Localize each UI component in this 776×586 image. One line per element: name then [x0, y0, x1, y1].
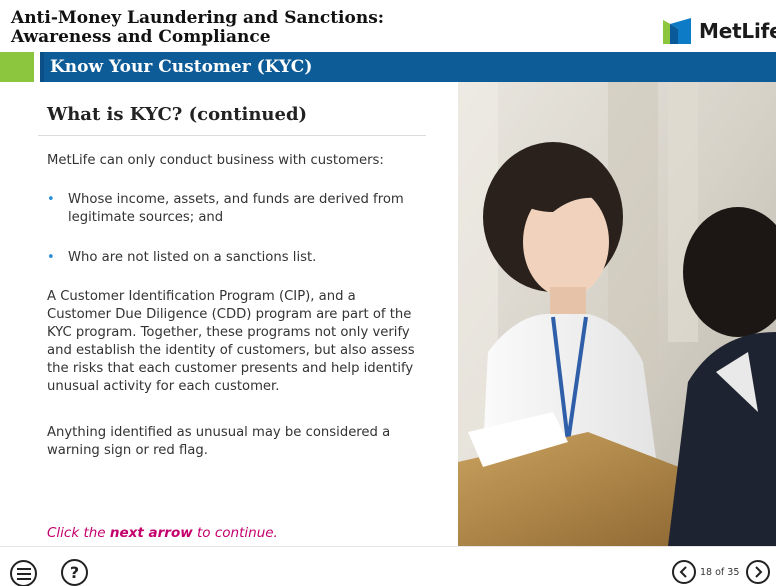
list-item-text: Who are not listed on a sanctions list. [68, 250, 317, 265]
chevron-right-icon [755, 566, 763, 578]
metlife-logo: MetLife [661, 16, 776, 46]
chevron-left-icon [679, 566, 687, 578]
customer-meeting-photo [458, 82, 776, 546]
continue-instruction: Click the next arrow to continue. [47, 525, 278, 541]
cta-prefix: Click the [47, 525, 110, 541]
banner-accent-green [0, 52, 34, 82]
menu-button[interactable] [10, 560, 37, 586]
footer-bar: ? 18 of 35 [0, 546, 776, 586]
cta-bold: next arrow [109, 525, 193, 541]
list-item: • Whose income, assets, and funds are de… [47, 191, 417, 227]
photo-illustration [458, 82, 776, 546]
title-divider [38, 135, 426, 136]
logo-text: MetLife [699, 19, 776, 43]
bullet-icon: • [47, 250, 55, 265]
help-icon: ? [69, 562, 80, 582]
previous-button[interactable] [672, 560, 696, 584]
course-title-line-1: Anti-Money Laundering and Sanctions: [11, 8, 385, 28]
page-counter: 18 of 35 [700, 567, 740, 578]
metlife-logo-icon [663, 18, 691, 44]
section-banner: Know Your Customer (KYC) [0, 52, 776, 82]
cip-paragraph: A Customer Identification Program (CIP),… [47, 289, 415, 394]
course-title-line-2: Awareness and Compliance [11, 27, 271, 47]
cta-suffix: to continue. [192, 525, 278, 541]
bullet-icon: • [47, 192, 55, 207]
menu-icon [16, 567, 31, 580]
red-flag-paragraph: Anything identified as unusual may be co… [47, 425, 391, 458]
banner-accent-blue [40, 52, 44, 82]
help-button[interactable]: ? [61, 559, 88, 586]
section-title: Know Your Customer (KYC) [50, 57, 313, 77]
list-item-text: Whose income, assets, and funds are deri… [68, 192, 404, 225]
header: Anti-Money Laundering and Sanctions: Awa… [0, 0, 776, 52]
list-item: • Who are not listed on a sanctions list… [47, 249, 417, 267]
next-button[interactable] [746, 560, 770, 584]
slide-title: What is KYC? (continued) [47, 104, 308, 125]
course-title: Anti-Money Laundering and Sanctions: Awa… [11, 9, 431, 47]
intro-text: MetLife can only conduct business with c… [47, 153, 384, 168]
